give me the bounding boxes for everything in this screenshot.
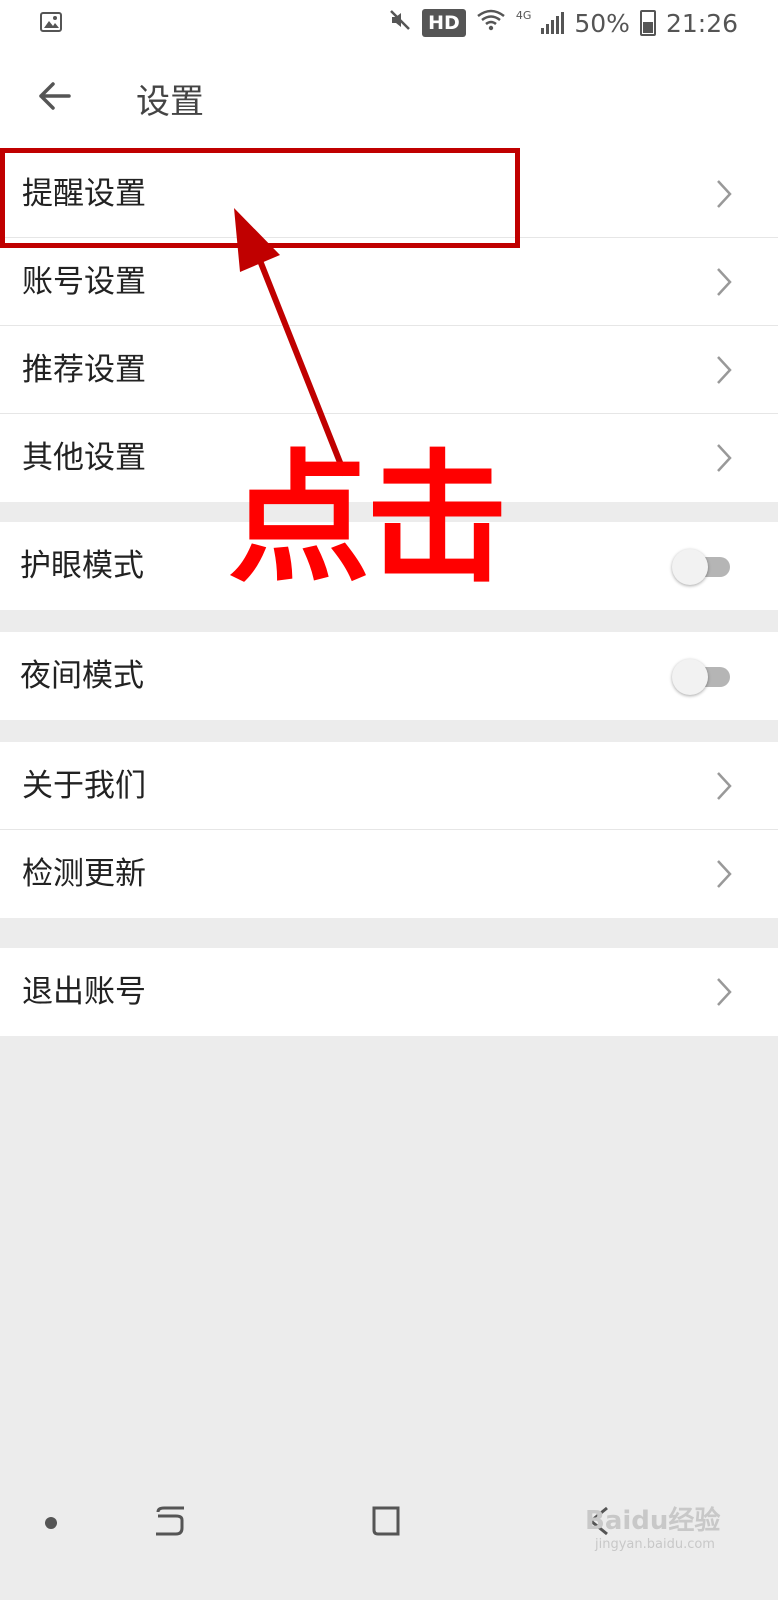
item-label: 推荐设置	[22, 352, 146, 388]
logout-group: 退出账号	[0, 948, 778, 1036]
chevron-right-icon	[716, 771, 732, 805]
chevron-right-icon	[716, 443, 732, 477]
settings-group-main: 提醒设置 账号设置 推荐设置 其他设置	[0, 150, 778, 502]
mute-icon	[388, 8, 412, 38]
reminder-settings-item[interactable]: 提醒设置	[0, 150, 778, 238]
recommendation-settings-item[interactable]: 推荐设置	[0, 326, 778, 414]
logout-item[interactable]: 退出账号	[0, 948, 778, 1036]
app-bar: 设置	[0, 46, 778, 152]
night-mode-group: 夜间模式	[0, 632, 778, 720]
check-update-item[interactable]: 检测更新	[0, 830, 778, 918]
hd-badge: HD	[422, 9, 466, 37]
item-label: 退出账号	[22, 974, 146, 1010]
recent-apps-button[interactable]	[152, 1504, 188, 1542]
item-label: 检测更新	[22, 856, 146, 892]
item-label: 提醒设置	[22, 176, 146, 212]
chevron-right-icon	[716, 859, 732, 893]
status-bar: HD 4G 50% 21:26	[0, 0, 778, 46]
about-us-item[interactable]: 关于我们	[0, 742, 778, 830]
item-label: 账号设置	[22, 264, 146, 300]
nav-dot-icon[interactable]	[45, 1517, 57, 1529]
clock: 21:26	[665, 8, 738, 38]
page-title: 设置	[136, 82, 204, 122]
wifi-icon	[476, 8, 506, 38]
chevron-right-icon	[716, 179, 732, 213]
night-mode-toggle[interactable]	[672, 659, 732, 695]
signal-icon	[541, 12, 565, 34]
battery-icon	[639, 10, 656, 36]
about-group: 关于我们 检测更新	[0, 742, 778, 918]
back-button[interactable]	[30, 76, 78, 120]
eye-protection-group: 护眼模式	[0, 522, 778, 610]
home-button[interactable]	[370, 1504, 402, 1542]
account-settings-item[interactable]: 账号设置	[0, 238, 778, 326]
eye-protection-toggle[interactable]	[672, 549, 732, 585]
chevron-right-icon	[716, 977, 732, 1011]
chevron-right-icon	[716, 355, 732, 389]
item-label: 护眼模式	[20, 548, 144, 584]
system-nav-bar	[0, 1480, 778, 1600]
nav-back-button[interactable]	[585, 1504, 615, 1542]
item-label: 夜间模式	[20, 658, 144, 694]
chevron-right-icon	[716, 267, 732, 301]
arrow-left-icon	[37, 81, 71, 115]
night-mode-item: 夜间模式	[0, 632, 778, 720]
item-label: 其他设置	[22, 440, 146, 476]
eye-protection-item: 护眼模式	[0, 522, 778, 610]
other-settings-item[interactable]: 其他设置	[0, 414, 778, 502]
network-type: 4G	[515, 8, 532, 22]
battery-percent: 50%	[574, 8, 630, 38]
gallery-notification-icon	[40, 12, 62, 36]
item-label: 关于我们	[22, 768, 146, 804]
